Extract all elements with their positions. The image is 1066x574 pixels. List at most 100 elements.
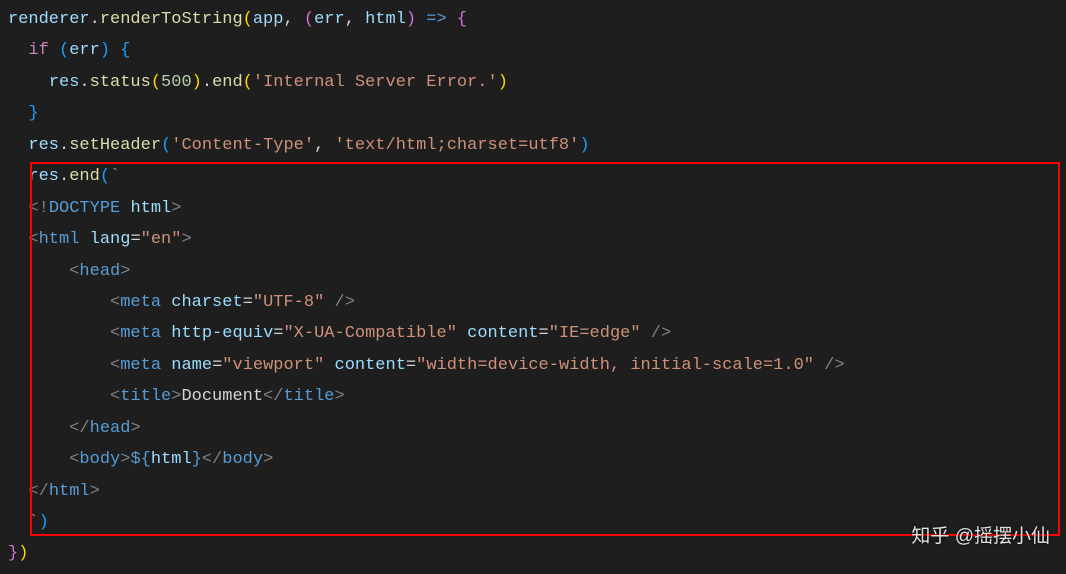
paren-open: ( <box>243 10 253 29</box>
code-line-18[interactable]: }) <box>8 538 1058 569</box>
tag-bracket: > <box>90 482 100 501</box>
tag-bracket: /> <box>651 324 671 343</box>
tag-bracket: < <box>110 324 120 343</box>
tag-bracket: < <box>110 356 120 375</box>
tag-bracket: > <box>335 387 345 406</box>
indent <box>8 41 28 60</box>
tag-title: title <box>120 387 171 406</box>
code-line-14[interactable]: </head> <box>8 413 1058 444</box>
tag-bracket: < <box>28 230 38 249</box>
space <box>457 324 467 343</box>
indent <box>8 73 49 92</box>
template-var-html: html <box>151 450 192 469</box>
space <box>49 41 59 60</box>
paren-open: ( <box>151 73 161 92</box>
identifier-err: err <box>314 10 345 29</box>
space <box>110 41 120 60</box>
method-status: status <box>90 73 151 92</box>
tag-bracket: </ <box>263 387 283 406</box>
code-editor[interactable]: renderer.renderToString(app, (err, html)… <box>0 0 1066 574</box>
space <box>161 356 171 375</box>
attr-http-equiv: http-equiv <box>171 324 273 343</box>
code-line-9[interactable]: <head> <box>8 256 1058 287</box>
indent <box>8 262 69 281</box>
paren-open: ( <box>161 136 171 155</box>
template-backtick: ` <box>110 167 120 186</box>
space <box>814 356 824 375</box>
paren-close: ) <box>100 41 110 60</box>
string-internal-server-error: 'Internal Server Error.' <box>253 73 498 92</box>
tag-bracket: </ <box>69 419 89 438</box>
attrval-viewport: "viewport" <box>222 356 324 375</box>
tag-meta: meta <box>120 293 161 312</box>
attr-content: content <box>467 324 538 343</box>
code-line-8[interactable]: <html lang="en"> <box>8 224 1058 255</box>
paren-open: ( <box>304 10 314 29</box>
number-500: 500 <box>161 73 192 92</box>
dot: . <box>90 10 100 29</box>
attr-name: name <box>171 356 212 375</box>
space <box>120 199 130 218</box>
tag-bracket: </ <box>28 482 48 501</box>
identifier-app: app <box>253 10 284 29</box>
tag-html: html <box>49 482 90 501</box>
code-line-2[interactable]: if (err) { <box>8 35 1058 66</box>
identifier-res: res <box>49 73 80 92</box>
tag-title: title <box>283 387 334 406</box>
tag-bracket: < <box>69 450 79 469</box>
code-line-6[interactable]: res.end(` <box>8 161 1058 192</box>
code-line-13[interactable]: <title>Document</title> <box>8 381 1058 412</box>
comma: , <box>345 10 365 29</box>
string-content-type: 'Content-Type' <box>171 136 314 155</box>
string-text-html: 'text/html;charset=utf8' <box>334 136 579 155</box>
indent <box>8 450 69 469</box>
equals: = <box>539 324 549 343</box>
identifier-renderer: renderer <box>8 10 90 29</box>
tag-bracket: < <box>110 387 120 406</box>
watermark: 知乎 @摇摆小仙 <box>911 519 1050 554</box>
indent <box>8 293 110 312</box>
space <box>161 324 171 343</box>
paren-close: ) <box>39 513 49 532</box>
tag-bracket: > <box>181 230 191 249</box>
tag-bracket: > <box>171 199 181 218</box>
dot: . <box>202 73 212 92</box>
template-close: } <box>192 450 202 469</box>
code-line-4[interactable]: } <box>8 98 1058 129</box>
brace-open: { <box>120 41 130 60</box>
indent <box>8 513 28 532</box>
equals: = <box>212 356 222 375</box>
code-line-17[interactable]: `) <box>8 507 1058 538</box>
code-line-1[interactable]: renderer.renderToString(app, (err, html)… <box>8 4 1058 35</box>
tag-doctype: DOCTYPE <box>49 199 120 218</box>
code-line-15[interactable]: <body>${html}</body> <box>8 444 1058 475</box>
tag-meta: meta <box>120 324 161 343</box>
code-line-3[interactable]: res.status(500).end('Internal Server Err… <box>8 67 1058 98</box>
space <box>324 356 334 375</box>
dot: . <box>59 136 69 155</box>
tag-body: body <box>222 450 263 469</box>
indent <box>8 136 28 155</box>
tag-bracket: <! <box>28 199 48 218</box>
code-line-12[interactable]: <meta name="viewport" content="width=dev… <box>8 350 1058 381</box>
identifier-html: html <box>365 10 406 29</box>
attr-lang: lang <box>90 230 131 249</box>
dot: . <box>59 167 69 186</box>
code-line-16[interactable]: </html> <box>8 476 1058 507</box>
code-line-11[interactable]: <meta http-equiv="X-UA-Compatible" conte… <box>8 318 1058 349</box>
paren-open: ( <box>100 167 110 186</box>
code-line-10[interactable]: <meta charset="UTF-8" /> <box>8 287 1058 318</box>
space <box>161 293 171 312</box>
code-line-7[interactable]: <!DOCTYPE html> <box>8 193 1058 224</box>
paren-close: ) <box>18 544 28 563</box>
paren-open: ( <box>243 73 253 92</box>
indent <box>8 482 28 501</box>
code-line-5[interactable]: res.setHeader('Content-Type', 'text/html… <box>8 130 1058 161</box>
attrval-utf8: "UTF-8" <box>253 293 324 312</box>
attr-html: html <box>130 199 171 218</box>
tag-meta: meta <box>120 356 161 375</box>
tag-head: head <box>90 419 131 438</box>
method-end: end <box>69 167 100 186</box>
indent <box>8 419 69 438</box>
equals: = <box>406 356 416 375</box>
